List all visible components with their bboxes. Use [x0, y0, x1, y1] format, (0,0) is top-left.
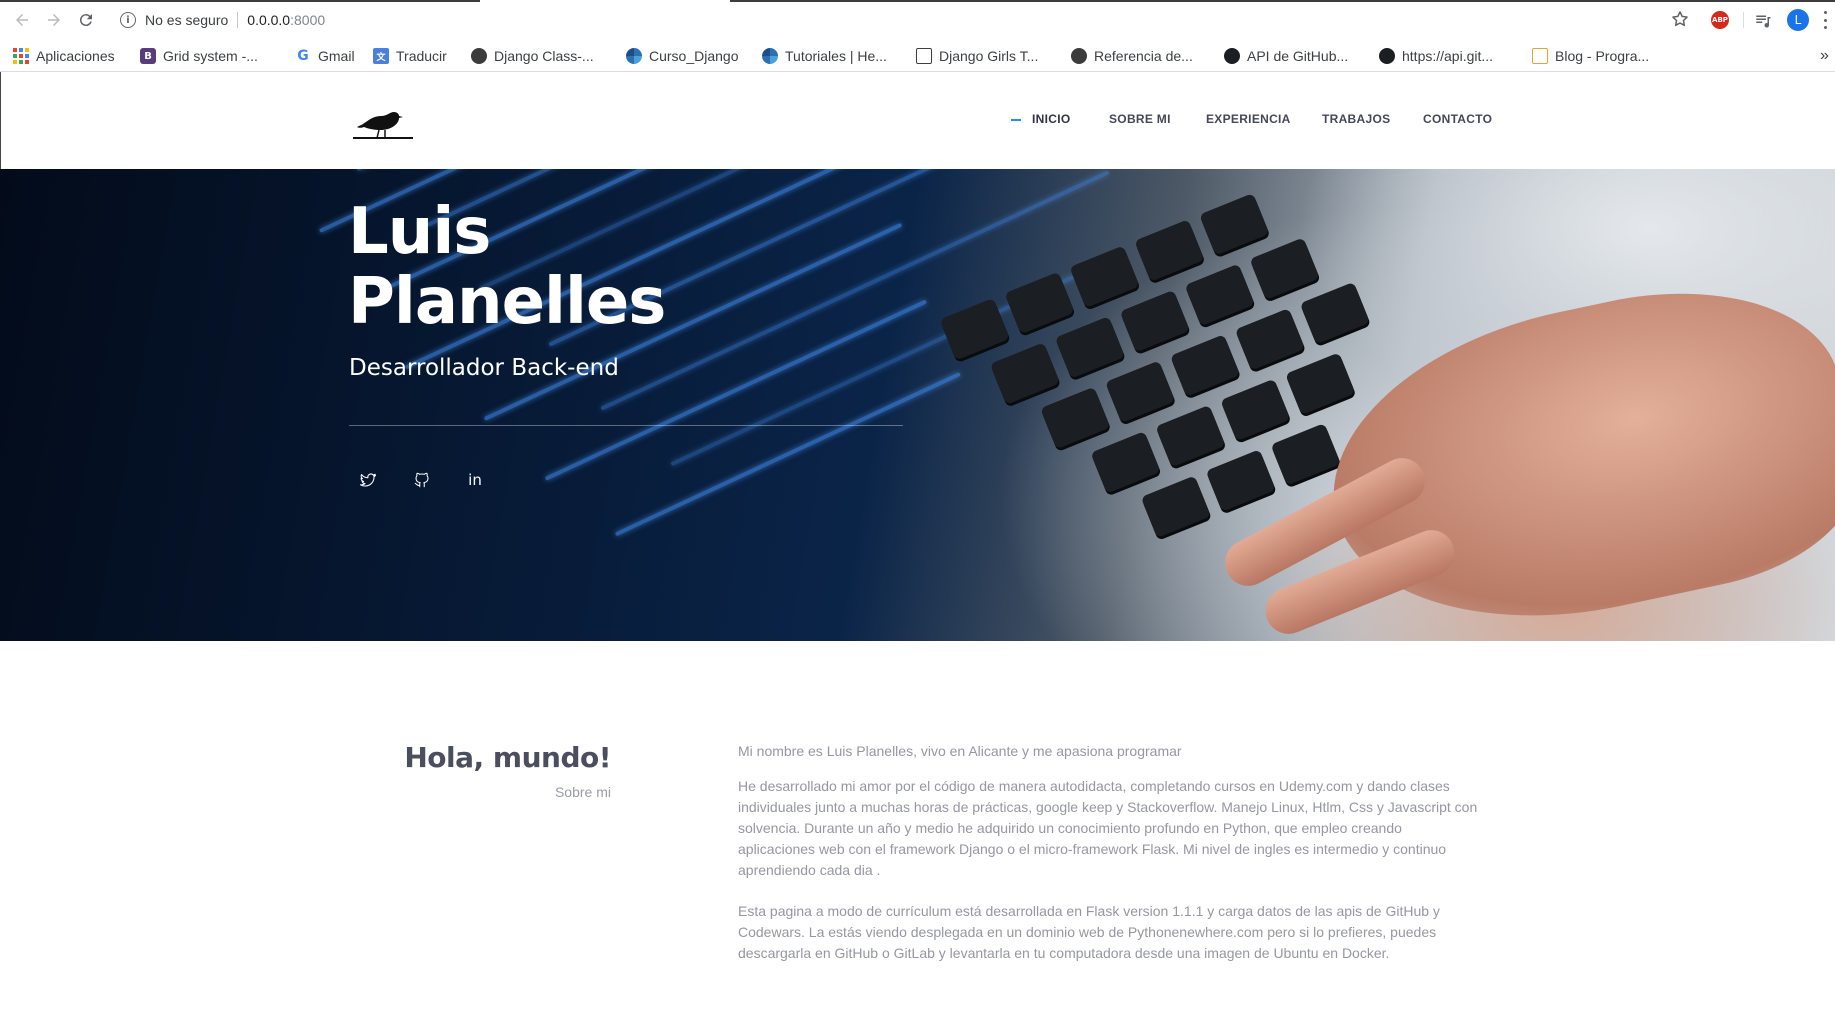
bookmark-label: Blog - Progra... [1555, 48, 1650, 64]
hero-name-line2: Planelles [348, 265, 666, 339]
github-icon [1379, 48, 1395, 64]
bookmark-api-github-url[interactable]: https://api.git... [1379, 40, 1493, 72]
bookmark-label: Django Girls T... [939, 48, 1039, 64]
url-host: 0.0.0.0 [247, 12, 291, 28]
github-link[interactable] [412, 470, 432, 490]
bookmark-label: Traducir [396, 48, 447, 64]
adblock-icon[interactable]: ABP [1711, 11, 1729, 29]
bookmark-label: Django Class-... [494, 48, 594, 64]
bookmark-aplicaciones[interactable]: Aplicaciones [13, 40, 115, 72]
url-port: :8000 [290, 12, 326, 28]
about-paragraph-1: He desarrollado mi amor por el código de… [738, 778, 1478, 878]
hero-divider [349, 425, 903, 426]
globe-color-icon [762, 48, 778, 64]
bookmark-label: Tutoriales | He... [785, 48, 887, 64]
hero-name: Luis Planelles [348, 195, 666, 339]
translate-icon: 文 [373, 48, 389, 64]
tab-strip-edge [0, 0, 480, 2]
linkedin-icon: in [468, 471, 482, 489]
profile-avatar[interactable]: L [1787, 9, 1809, 31]
globe-icon [1071, 48, 1087, 64]
browser-menu-icon[interactable] [1822, 11, 1828, 29]
hero-subtitle: Desarrollador Back-end [349, 355, 619, 381]
about-intro: Mi nombre es Luis Planelles, vivo en Ali… [738, 743, 1182, 759]
linkedin-link[interactable]: in [465, 470, 485, 490]
security-label: No es seguro [145, 12, 229, 28]
about-title: Hola, mundo! [404, 741, 611, 774]
back-button[interactable] [11, 9, 33, 31]
bookmark-curso-django[interactable]: Curso_Django [626, 40, 739, 72]
bookmark-gmail[interactable]: G Gmail [295, 40, 355, 72]
apps-grid-icon [13, 48, 29, 64]
bookmark-label: Gmail [318, 48, 355, 64]
nav-experiencia[interactable]: EXPERIENCIA [1206, 112, 1291, 126]
bookmark-traducir[interactable]: 文 Traducir [373, 40, 447, 72]
bookmark-referencia[interactable]: Referencia de... [1071, 40, 1193, 72]
twitter-icon [359, 473, 377, 487]
nav-active-indicator [1011, 119, 1021, 121]
address-bar[interactable]: i No es seguro 0.0.0.0:8000 [110, 6, 1720, 34]
arrow-left-icon [16, 14, 28, 26]
toolbar-separator [1743, 12, 1744, 28]
about-paragraph-2: Esta pagina a modo de currículum está de… [738, 903, 1440, 961]
site-header: INICIO SOBRE MI EXPERIENCIA TRABAJOS CON… [0, 72, 1835, 169]
star-icon[interactable] [1670, 9, 1690, 29]
nav-inicio[interactable]: INICIO [1032, 112, 1070, 126]
info-icon[interactable]: i [120, 12, 136, 28]
bookmark-label: Referencia de... [1094, 48, 1193, 64]
bootstrap-icon: B [140, 48, 156, 64]
bookmark-tutoriales[interactable]: Tutoriales | He... [762, 40, 887, 72]
browser-toolbar: i No es seguro 0.0.0.0:8000 ABP L [0, 0, 1835, 40]
github-icon [1224, 48, 1240, 64]
bookmark-label: https://api.git... [1402, 48, 1494, 64]
blog-icon [1532, 48, 1548, 64]
bookmark-label: API de GitHub... [1247, 48, 1349, 64]
globe-color-icon [626, 48, 642, 64]
bookmark-django-class[interactable]: Django Class-... [471, 40, 594, 72]
globe-icon [471, 48, 487, 64]
bookmark-django-girls[interactable]: Django Girls T... [916, 40, 1038, 72]
about-section: Hola, mundo! Sobre mi Mi nombre es Luis … [0, 641, 1835, 1021]
media-queue-icon[interactable] [1754, 11, 1772, 29]
nav-sobre-mi[interactable]: SOBRE MI [1109, 112, 1171, 126]
bookmark-grid-system[interactable]: B Grid system -... [140, 40, 258, 72]
github-icon [414, 472, 429, 488]
bird-logo-icon[interactable] [351, 102, 415, 142]
bookmark-blog[interactable]: Blog - Progra... [1532, 40, 1649, 72]
hero-name-line1: Luis [348, 195, 491, 269]
about-body: Mi nombre es Luis Planelles, vivo en Ali… [738, 741, 1478, 978]
book-icon [916, 48, 932, 64]
reload-button[interactable] [75, 9, 97, 31]
google-icon: G [297, 48, 309, 64]
reload-icon [79, 14, 92, 27]
more-bookmarks-button[interactable]: » [1820, 40, 1829, 72]
bookmarks-bar: Aplicaciones B Grid system -... G Gmail … [0, 40, 1835, 72]
hero-section: Luis Planelles Desarrollador Back-end in [0, 169, 1835, 641]
bookmark-label: Curso_Django [649, 48, 739, 64]
bookmark-label: Grid system -... [163, 48, 258, 64]
twitter-link[interactable] [358, 470, 378, 490]
arrow-right-icon [48, 14, 60, 26]
bookmark-api-github[interactable]: API de GitHub... [1224, 40, 1348, 72]
tab-strip-edge [730, 0, 1835, 2]
bookmark-label: Aplicaciones [36, 48, 115, 64]
nav-contacto[interactable]: CONTACTO [1423, 112, 1492, 126]
nav-trabajos[interactable]: TRABAJOS [1322, 112, 1390, 126]
about-subtitle: Sobre mi [554, 784, 611, 800]
omnibox-separator [237, 12, 239, 28]
forward-button[interactable] [43, 9, 65, 31]
